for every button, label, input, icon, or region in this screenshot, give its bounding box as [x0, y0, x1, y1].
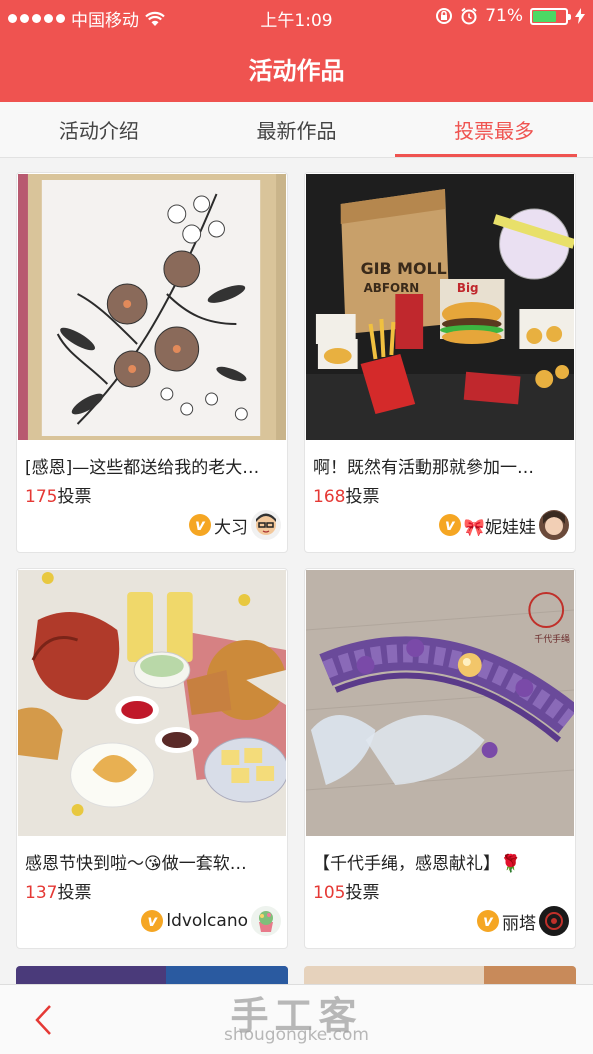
work-card-partial[interactable]	[16, 966, 288, 986]
v-badge-icon: v	[477, 910, 499, 932]
rotation-lock-icon	[436, 8, 453, 24]
author-name[interactable]: 丽塔	[502, 909, 536, 934]
box-text: Big	[457, 281, 479, 295]
author-info[interactable]: v 丽塔	[477, 906, 569, 936]
avatar[interactable]	[251, 510, 281, 540]
vote-count: 105投票	[313, 878, 379, 903]
author-info[interactable]: v 🎀妮娃娃	[438, 510, 569, 540]
bag-text: GIB MOLL	[361, 259, 447, 278]
vote-suffix: 投票	[345, 487, 380, 507]
v-badge-icon: v	[141, 910, 164, 932]
v-badge-icon: v	[189, 514, 211, 536]
work-image-quilling[interactable]	[18, 174, 286, 440]
brand-logo-text: 千代手绳	[534, 633, 570, 645]
battery-percent: 71%	[485, 6, 523, 26]
vote-suffix: 投票	[57, 487, 92, 507]
vote-number: 168	[313, 487, 346, 507]
tab-latest[interactable]: 最新作品	[198, 102, 396, 157]
vote-number: 137	[25, 883, 58, 903]
author-name[interactable]: ldvolcano	[166, 911, 248, 931]
nav-bar: 活动作品	[0, 34, 593, 102]
charging-icon	[575, 8, 585, 24]
work-title[interactable]: [感恩]—这些都送给我的老大…	[25, 453, 279, 478]
vote-count: 175投票	[25, 482, 91, 507]
author-name[interactable]: 大习	[214, 513, 248, 538]
vote-count: 168投票	[313, 482, 379, 507]
work-card[interactable]: [感恩]—这些都送给我的老大… 175投票 v 大习	[16, 172, 288, 553]
vote-number: 175	[25, 487, 58, 507]
page-title: 活动作品	[248, 56, 345, 85]
vote-number: 105	[313, 883, 346, 903]
battery-icon	[530, 7, 571, 25]
work-card-partial[interactable]	[304, 966, 576, 986]
work-image-bracelet[interactable]: 千代手绳	[306, 570, 574, 836]
bag-text-2: ABFORN	[364, 281, 420, 295]
v-badge-icon: v	[438, 514, 461, 536]
vote-count: 137投票	[25, 878, 91, 903]
avatar[interactable]	[539, 906, 569, 936]
work-title[interactable]: 【千代手绳，感恩献礼】🌹	[313, 849, 567, 874]
author-name[interactable]: 🎀妮娃娃	[464, 513, 536, 538]
work-card[interactable]: GIB MOLL ABFORN Big 啊！既然有活動那就參加一… 168投票 …	[304, 172, 576, 553]
vote-suffix: 投票	[57, 883, 92, 903]
avatar[interactable]	[251, 906, 281, 936]
tab-most-votes[interactable]: 投票最多	[395, 102, 593, 157]
author-info[interactable]: v 大习	[189, 510, 281, 540]
bottom-bar: 手工客 shougongke.com	[0, 984, 593, 1054]
vote-suffix: 投票	[345, 883, 380, 903]
avatar[interactable]	[539, 510, 569, 540]
author-info[interactable]: v ldvolcano	[141, 906, 281, 936]
status-bar: 中国移动 上午1:09 71%	[0, 0, 593, 34]
tab-bar: 活动介绍 最新作品 投票最多	[0, 102, 593, 158]
watermark-en: shougongke.com	[224, 1025, 369, 1045]
work-image-thanksgiving-set[interactable]	[18, 570, 286, 836]
work-card[interactable]: 千代手绳 【千代手绳，感恩献礼】🌹 105投票 v 丽塔	[304, 568, 576, 949]
tab-intro[interactable]: 活动介绍	[0, 102, 198, 157]
work-title[interactable]: 啊！既然有活動那就參加一…	[313, 453, 567, 478]
work-card[interactable]: 感恩节快到啦～😘做一套软… 137投票 v ldvolcano	[16, 568, 288, 949]
alarm-icon	[461, 7, 477, 25]
work-image-miniature-food[interactable]: GIB MOLL ABFORN Big	[306, 174, 574, 440]
work-title[interactable]: 感恩节快到啦～😘做一套软…	[25, 849, 279, 874]
